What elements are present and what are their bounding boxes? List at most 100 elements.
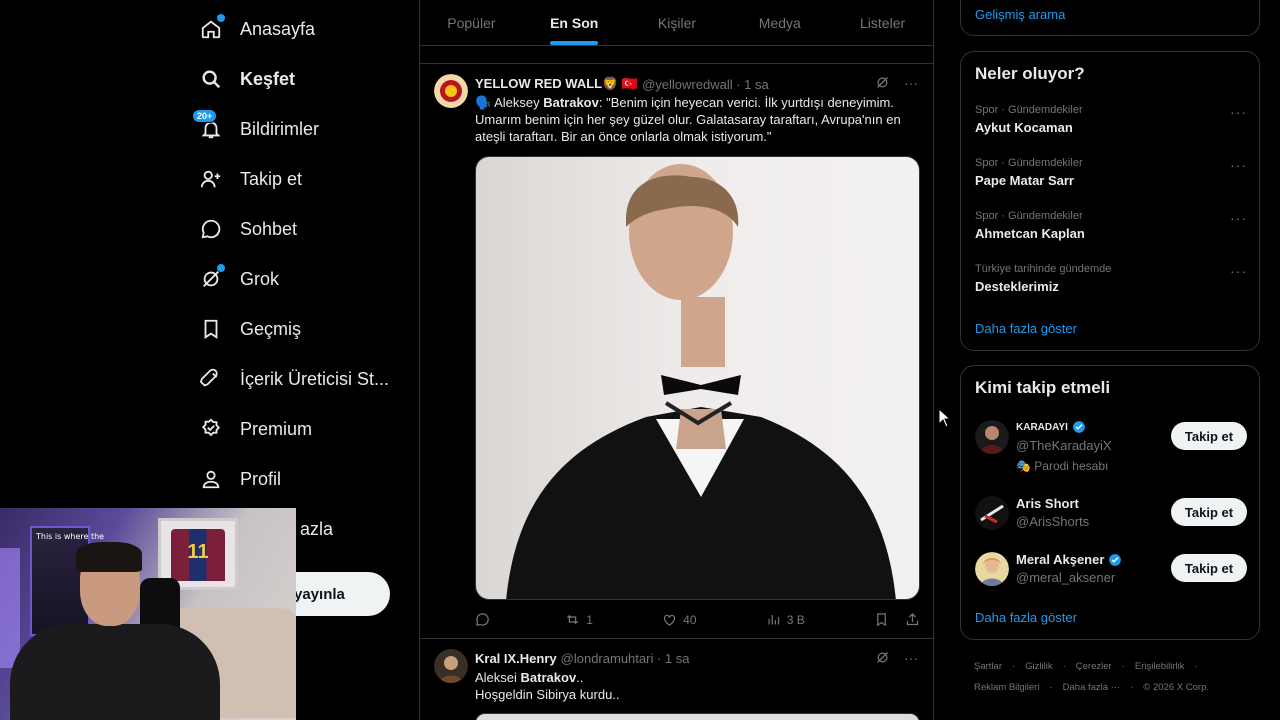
tweet-image[interactable] (475, 156, 920, 600)
views-icon (768, 615, 779, 625)
reply-button[interactable] (475, 612, 496, 627)
like-count: 40 (683, 612, 697, 627)
reply-icon (476, 613, 489, 626)
tweet-image[interactable] (475, 713, 920, 720)
who-show-more-link[interactable]: Daha fazla göster (975, 610, 1077, 625)
tab-people[interactable]: Kişiler (626, 0, 729, 45)
grok-icon[interactable] (875, 75, 890, 93)
follow-button[interactable]: Takip et (1171, 554, 1247, 582)
tweet-text-part: 🗣️ Aleksey (475, 95, 544, 110)
sidebar-item-grok[interactable]: Grok (200, 259, 279, 299)
advanced-search-link[interactable]: Gelişmiş arama (975, 7, 1065, 22)
avatar[interactable] (975, 496, 1009, 530)
tab-lists[interactable]: Listeler (831, 0, 934, 45)
avatar[interactable] (975, 420, 1009, 454)
notification-dot (217, 264, 225, 272)
heart-icon (664, 614, 676, 626)
retweet-button[interactable]: 1 (565, 612, 593, 627)
tweet-text-bold: Batrakov (543, 95, 599, 110)
trend-name: Aykut Kocaman (975, 120, 1073, 135)
search-tabs: Popüler En Son Kişiler Medya Listeler (420, 0, 934, 46)
trend-item[interactable]: Türkiye tarihinde gündemde Desteklerimiz… (975, 263, 1247, 294)
tweet-author-name[interactable]: YELLOW RED WALL🦁 🇹🇷 (475, 76, 638, 92)
follow-suggestion[interactable]: KARADAYI @TheKaradayiX 🎭 Parodi hesabı T… (975, 420, 1247, 476)
who-to-follow-title: Kimi takip etmeli (975, 378, 1111, 397)
person-add-icon (200, 168, 222, 190)
more-options-icon[interactable]: ··· (1230, 157, 1247, 173)
sidebar-item-label: Anasayfa (240, 18, 316, 39)
trends-show-more-link[interactable]: Daha fazla göster (975, 321, 1077, 336)
sidebar-item-notifications[interactable]: 20+ Bildirimler (192, 109, 320, 149)
mouse-cursor-icon (938, 408, 952, 428)
sidebar-item-label: Bildirimler (240, 118, 320, 139)
previous-tweet-strip (420, 46, 934, 64)
tab-label: En Son (550, 14, 599, 31)
retweet-count: 1 (586, 612, 593, 627)
sidebar-item-profile[interactable]: Profil (200, 459, 281, 499)
more-options-icon[interactable]: ··· (1230, 210, 1247, 226)
share-group (874, 612, 920, 627)
trend-item[interactable]: Spor · Gündemdekiler Aykut Kocaman ··· (975, 104, 1247, 135)
more-options-icon[interactable]: ··· (1230, 263, 1247, 279)
sidebar-item-follow[interactable]: Takip et (200, 159, 302, 199)
more-options-icon[interactable]: ··· (904, 75, 918, 93)
trends-title: Neler oluyor? (975, 64, 1085, 83)
more-options-icon[interactable]: ··· (1230, 104, 1247, 120)
avatar[interactable] (434, 649, 468, 683)
footer-separator: · (1049, 682, 1053, 693)
sidebar-item-premium[interactable]: Premium (200, 409, 312, 449)
suggestion-name: KARADAYI (1016, 420, 1086, 434)
sidebar-item-home[interactable]: Anasayfa (200, 9, 315, 49)
sidebar-item-bookmarks[interactable]: Geçmiş (200, 309, 301, 349)
tweet[interactable]: Kral IX.Henry @londramuhtari · 1 sa ··· … (420, 639, 934, 720)
suggestion-name-text: KARADAYI (1016, 421, 1068, 433)
trend-name: Ahmetcan Kaplan (975, 226, 1085, 241)
trend-item[interactable]: Spor · Gündemdekiler Pape Matar Sarr ··· (975, 157, 1247, 188)
views-button[interactable]: 3 B (766, 612, 805, 627)
tab-latest[interactable]: En Son (523, 0, 626, 45)
tweet-text-bold: Batrakov (520, 670, 577, 685)
tweet-photo (476, 157, 919, 599)
tab-popular[interactable]: Popüler (420, 0, 523, 45)
trend-meta: Spor · Gündemdekiler (975, 157, 1083, 169)
footer-link-privacy[interactable]: Gizlilik (1025, 661, 1052, 672)
trend-item[interactable]: Spor · Gündemdekiler Ahmetcan Kaplan ··· (975, 210, 1247, 241)
grok-icon[interactable] (875, 650, 890, 668)
sidebar-item-label: azla (300, 518, 334, 539)
follow-button[interactable]: Takip et (1171, 422, 1247, 450)
sidebar-item-chat[interactable]: Sohbet (200, 209, 297, 249)
share-icon[interactable] (905, 612, 920, 627)
footer-link-cookies[interactable]: Çerezler (1076, 661, 1112, 672)
tab-media[interactable]: Medya (728, 0, 831, 45)
footer-link-more[interactable]: Daha fazla ··· (1063, 682, 1121, 693)
footer-link-accessibility[interactable]: Erişilebilirlik (1135, 661, 1185, 672)
webcam-neon-sign: This is where the (36, 532, 105, 541)
tweet[interactable]: YELLOW RED WALL🦁 🇹🇷 @yellowredwall · 1 s… (420, 64, 934, 638)
footer-separator: · (1011, 661, 1016, 672)
sidebar-item-explore[interactable]: Keşfet (200, 59, 295, 99)
trend-meta: Spor · Gündemdekiler (975, 210, 1083, 222)
footer-link-ads-info[interactable]: Reklam Bilgileri (974, 682, 1039, 693)
follow-suggestion[interactable]: Aris Short @ArisShorts Takip et (975, 496, 1247, 536)
follow-button[interactable]: Takip et (1171, 498, 1247, 526)
webcam-person (0, 542, 230, 720)
sidebar-item-creator-studio[interactable]: İçerik Üreticisi St... (200, 359, 389, 399)
follow-suggestion[interactable]: Meral Akşener @meral_aksener Takip et (975, 552, 1247, 592)
bookmark-icon[interactable] (874, 612, 889, 627)
like-button[interactable]: 40 (662, 612, 697, 627)
sidebar-item-label: Grok (240, 268, 280, 289)
tweet-top-actions: ··· (875, 650, 918, 668)
tweet-text: Aleksei Batrakov.. Hoşgeldin Sibirya kur… (475, 669, 915, 703)
avatar[interactable] (434, 74, 468, 108)
sidebar-item-label: Profil (240, 468, 282, 489)
suggestion-handle: @TheKaradayiX (1016, 438, 1112, 453)
footer-link-terms[interactable]: Şartlar (974, 661, 1002, 672)
avatar[interactable] (975, 552, 1009, 586)
tweet-author-name[interactable]: Kral IX.Henry (475, 651, 557, 666)
suggestion-name: Aris Short (1016, 496, 1079, 511)
tab-label: Listeler (860, 14, 906, 31)
who-to-follow-card: Kimi takip etmeli KARADAYI @TheKaradayiX… (960, 365, 1260, 640)
webcam-person-hair (76, 542, 142, 572)
tweet-author-handle: @londramuhtari · 1 sa (560, 651, 690, 666)
more-options-icon[interactable]: ··· (904, 650, 918, 668)
